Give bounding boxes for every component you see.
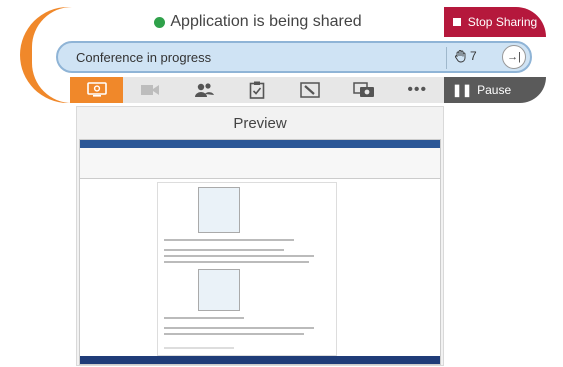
- thumbnail-text-line: [164, 327, 314, 329]
- thumbnail-text-line: [164, 317, 244, 319]
- screen-share-tab[interactable]: [70, 77, 124, 103]
- thumbnail-taskbar: [80, 356, 440, 364]
- arrow-right-bar-icon: →|: [507, 51, 521, 63]
- participants-tab[interactable]: [177, 77, 230, 103]
- collapse-arrow-button[interactable]: →|: [502, 45, 526, 69]
- thumbnail-text-line: [164, 239, 294, 241]
- clipboard-check-icon: [249, 81, 265, 99]
- pause-icon: ❚❚: [452, 83, 473, 97]
- thumbnail-text-line: [164, 249, 284, 251]
- divider: [446, 47, 447, 69]
- poll-tab[interactable]: [230, 77, 283, 103]
- people-icon: [194, 83, 214, 97]
- monitor-icon: [86, 82, 107, 97]
- preview-title: Preview: [233, 115, 287, 132]
- stop-icon: [452, 18, 461, 26]
- preview-panel: Preview: [76, 106, 444, 366]
- thumbnail-ribbon: [80, 148, 440, 179]
- screenshot-tab[interactable]: [337, 77, 390, 103]
- video-camera-icon: [141, 85, 160, 95]
- more-options-tab[interactable]: •••: [391, 77, 444, 103]
- thumbnail-figure: [198, 187, 240, 233]
- conference-status-field: Conference in progress 7 →|: [56, 41, 532, 73]
- shared-screen-thumbnail: [79, 139, 441, 365]
- stop-sharing-label: Stop Sharing: [467, 15, 538, 29]
- thumbnail-figure: [198, 269, 240, 311]
- camera-icon: [353, 82, 374, 97]
- pause-label: Pause: [477, 83, 512, 97]
- ellipsis-icon: •••: [407, 81, 428, 98]
- thumbnail-text-line: [164, 347, 234, 349]
- raised-hands-counter[interactable]: 7: [454, 49, 477, 63]
- thumbnail-text-line: [164, 255, 314, 257]
- thumbnail-text-line: [164, 261, 309, 263]
- status-dot-icon: [154, 16, 166, 28]
- stop-sharing-button[interactable]: Stop Sharing: [444, 7, 546, 37]
- pause-button[interactable]: ❚❚ Pause: [444, 77, 546, 103]
- sharing-status-text: Application is being shared: [170, 13, 362, 30]
- thumbnail-title-bar: [80, 140, 440, 148]
- video-tab[interactable]: [123, 77, 176, 103]
- raised-hands-count: 7: [470, 49, 477, 63]
- conference-status-text: Conference in progress: [76, 50, 212, 65]
- sharing-status: Application is being shared: [72, 7, 444, 37]
- hand-icon: [455, 50, 466, 63]
- toolbar: •••: [70, 77, 444, 103]
- microphone-icon[interactable]: [20, 37, 60, 77]
- annotation-tab[interactable]: [284, 77, 337, 103]
- pen-annotate-icon: [300, 82, 321, 98]
- thumbnail-text-line: [164, 333, 304, 335]
- thumbnail-document-page: [157, 182, 337, 356]
